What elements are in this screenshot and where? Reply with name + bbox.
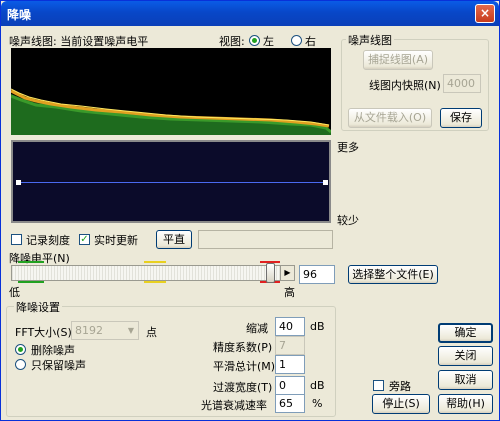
cancel-button[interactable]: 取消 <box>438 370 493 390</box>
view-left-label: 左 <box>263 35 274 48</box>
transition-input[interactable]: 0 <box>275 376 305 395</box>
view-label: 视图: <box>219 35 245 48</box>
less-label: 较少 <box>337 214 359 227</box>
flat-button[interactable]: 平直 <box>156 230 192 249</box>
level-slider-thumb[interactable] <box>266 263 275 283</box>
fft-size-select[interactable]: 8192 ▼ <box>71 321 139 340</box>
mid-zone-marker <box>144 261 166 263</box>
fft-size-label: FFT大小(S) <box>15 326 72 339</box>
curve-handle-right[interactable] <box>323 180 328 185</box>
transition-label: 过渡宽度(T) <box>213 381 273 394</box>
reduction-curve-graph <box>11 140 331 223</box>
settings-group-title: 降噪设置 <box>14 299 62 315</box>
low-zone-marker-bottom <box>18 281 44 283</box>
noise-profile-group-title: 噪声线图 <box>346 32 394 48</box>
curve-handle-left[interactable] <box>16 180 21 185</box>
window-title: 降噪 <box>7 8 32 22</box>
close-window-button[interactable]: × <box>475 4 495 23</box>
more-label: 更多 <box>337 141 359 154</box>
live-update-checkbox[interactable]: ✓ <box>79 234 90 245</box>
load-from-file-button[interactable]: 从文件载入(O) <box>348 108 432 128</box>
select-entire-file-button[interactable]: 选择整个文件(E) <box>348 265 438 284</box>
snapshots-input[interactable]: 4000 <box>443 74 481 93</box>
noise-profile-waveform <box>10 88 332 135</box>
decay-label: 光谱衰减速率 <box>201 399 267 412</box>
noise-profile-graph <box>10 48 332 135</box>
stop-button[interactable]: 停止(S) <box>372 394 430 414</box>
reduction-curve-line <box>18 182 324 183</box>
level-value-input[interactable]: 96 <box>299 265 335 284</box>
graph-caption: 噪声线图: 当前设置噪声电平 <box>9 35 149 48</box>
level-low-label: 低 <box>9 286 20 299</box>
slider-right-arrow-icon[interactable]: ▶ <box>280 266 294 280</box>
transition-unit: dB <box>310 379 325 392</box>
ok-button[interactable]: 确定 <box>438 323 493 343</box>
keep-noise-label: 只保留噪声 <box>31 359 86 372</box>
reduce-label: 缩减 <box>246 322 268 335</box>
snapshots-label: 线图内快照(N) <box>369 79 441 92</box>
noise-reduction-dialog: 降噪 × 噪声线图: 当前设置噪声电平 视图: 左 右 噪声线图 捕捉线图(A)… <box>0 0 500 421</box>
mid-zone-marker-bottom <box>144 281 166 283</box>
bypass-checkbox[interactable] <box>373 380 384 391</box>
title-bar: 降噪 × <box>1 1 499 26</box>
remove-noise-radio[interactable] <box>15 344 26 355</box>
level-slider-track[interactable]: ▶ <box>11 261 295 283</box>
live-update-label: 实时更新 <box>94 234 138 247</box>
fft-size-value: 8192 <box>75 324 103 337</box>
capture-profile-button[interactable]: 捕捉线图(A) <box>363 50 433 70</box>
log-scale-checkbox[interactable] <box>11 234 22 245</box>
status-box <box>198 230 333 249</box>
points-label: 点 <box>146 326 157 339</box>
save-profile-button[interactable]: 保存 <box>440 108 482 128</box>
decay-input[interactable]: 65 <box>275 394 305 413</box>
view-right-radio[interactable] <box>291 35 302 46</box>
keep-noise-radio[interactable] <box>15 359 26 370</box>
level-label: 降噪电平(N) <box>9 252 70 265</box>
chevron-down-icon: ▼ <box>124 322 138 339</box>
remove-noise-label: 删除噪声 <box>31 344 75 357</box>
bypass-label: 旁路 <box>389 380 411 393</box>
smoothing-input[interactable]: 1 <box>275 355 305 374</box>
decay-unit: % <box>312 397 323 410</box>
help-button[interactable]: 帮助(H) <box>438 394 493 414</box>
precision-input[interactable]: 7 <box>275 336 305 355</box>
log-scale-label: 记录刻度 <box>26 234 70 247</box>
precision-label: 精度系数(P) <box>213 341 273 354</box>
view-left-radio[interactable] <box>249 35 260 46</box>
view-right-label: 右 <box>305 35 316 48</box>
reduce-unit: dB <box>310 320 325 333</box>
close-button[interactable]: 关闭 <box>438 346 493 366</box>
level-high-label: 高 <box>284 286 295 299</box>
low-zone-marker <box>18 261 44 263</box>
smoothing-label: 平滑总计(M) <box>213 360 276 373</box>
reduce-input[interactable]: 40 <box>275 317 305 336</box>
